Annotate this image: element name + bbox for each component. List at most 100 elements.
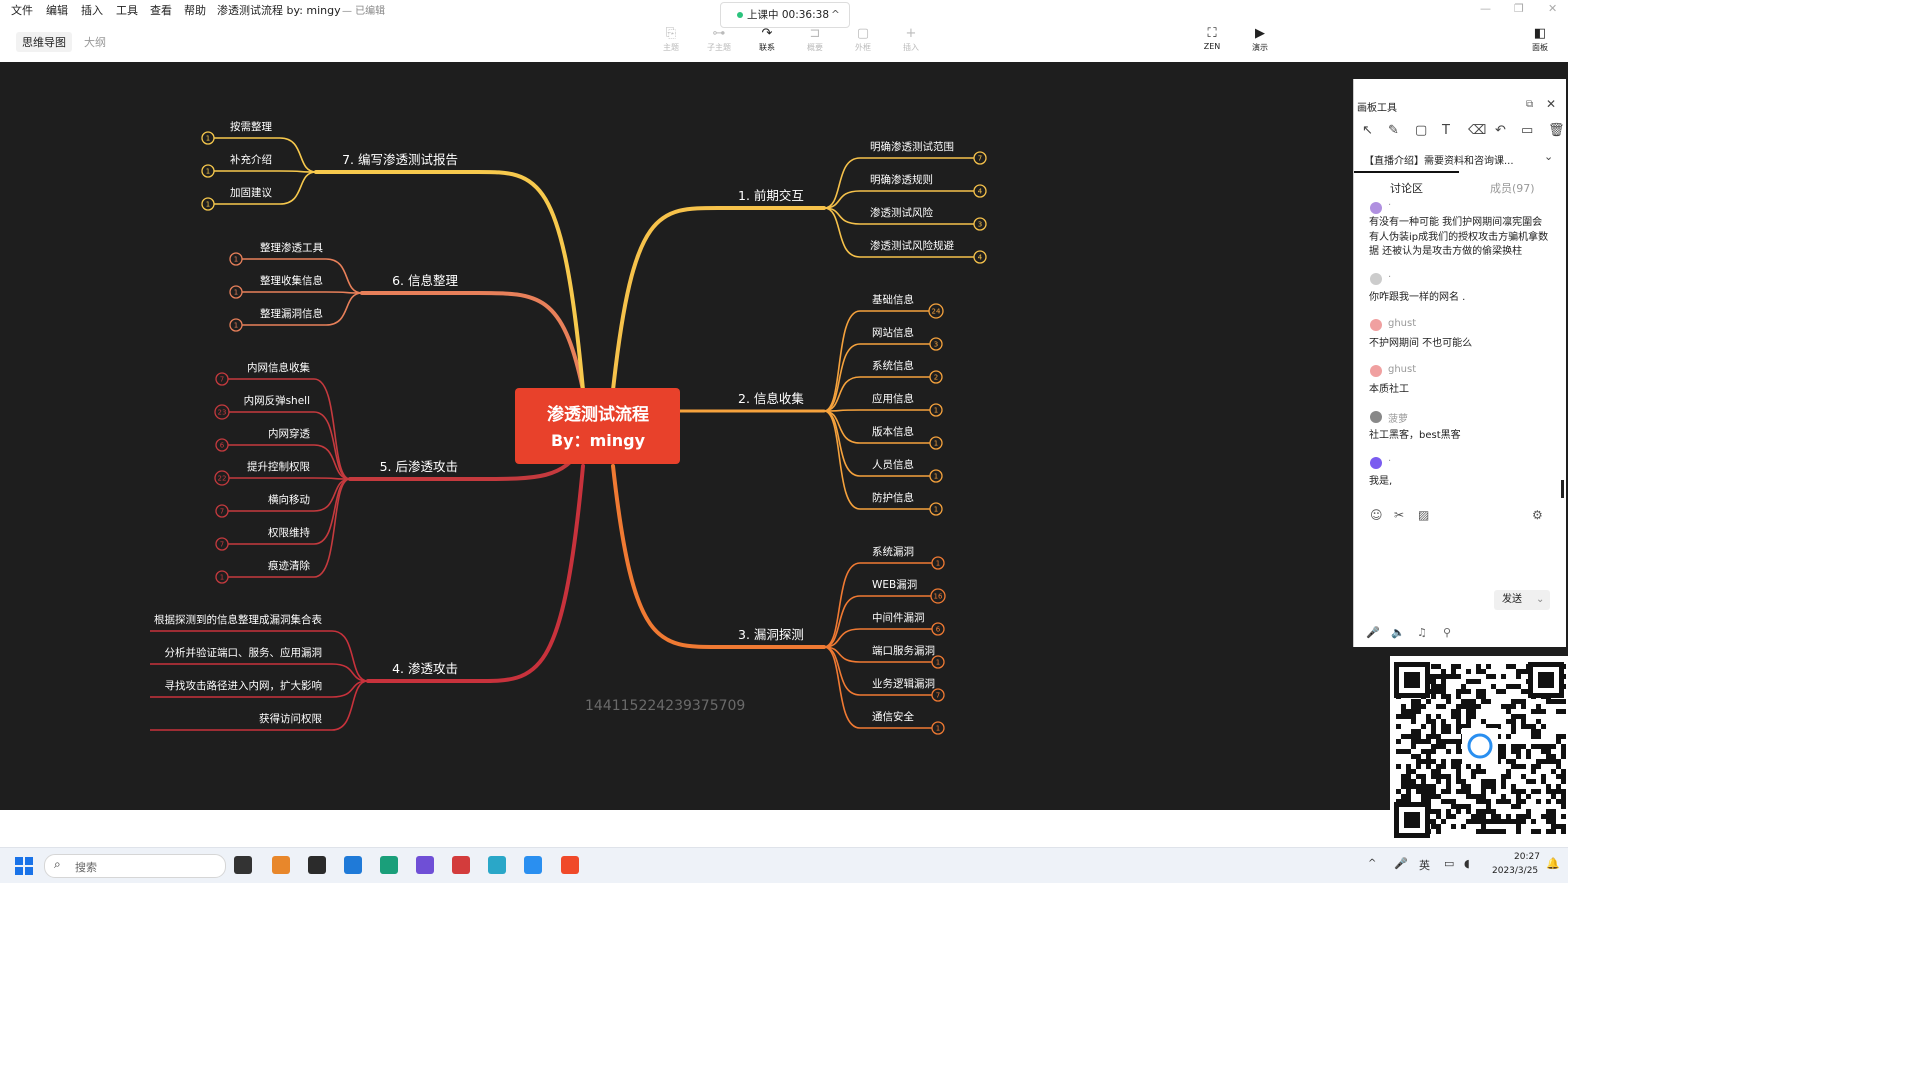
scissors-icon[interactable]: ✂	[1394, 508, 1404, 522]
windows-start-icon[interactable]	[15, 857, 33, 875]
subtopic-label[interactable]: 内网反弹shell	[244, 394, 310, 407]
collapse-count-badge[interactable]: 4	[973, 184, 987, 198]
music-icon[interactable]: ♫	[1417, 626, 1427, 639]
collapse-count-badge[interactable]: 22	[214, 470, 230, 486]
ime-indicator[interactable]: 英	[1419, 857, 1430, 873]
location-icon[interactable]: ⚲	[1443, 626, 1451, 639]
panel-scrollbar[interactable]	[1561, 480, 1564, 498]
tool-topic[interactable]: ⎘ 主题	[651, 26, 691, 53]
pointer-icon[interactable]: ↖	[1362, 123, 1373, 138]
tab-discussion[interactable]: 讨论区	[1390, 180, 1423, 196]
menu-tools[interactable]: 工具	[116, 2, 138, 18]
emoji-icon[interactable]: ☺	[1370, 508, 1383, 522]
eraser-icon[interactable]: ⌫	[1468, 123, 1486, 138]
subtopic-label[interactable]: 整理渗透工具	[260, 241, 323, 254]
collapse-count-badge[interactable]: 1	[931, 721, 945, 735]
zen-button[interactable]: ⛶ ZEN	[1192, 26, 1232, 51]
subtopic-label[interactable]: 痕迹清除	[268, 559, 310, 572]
branch-4[interactable]: 4. 渗透攻击 根据探测到的信息整理成漏洞集合表分析并验证端口、服务、应用漏洞寻找…	[154, 613, 458, 725]
subtopic-label[interactable]: 根据探测到的信息整理成漏洞集合表	[154, 613, 322, 626]
subtopic-label[interactable]: 提升控制权限	[247, 460, 310, 473]
collapse-count-badge[interactable]: 1	[215, 570, 229, 584]
tool-boundary[interactable]: ▢ 外框	[843, 26, 883, 53]
menu-insert[interactable]: 插入	[81, 2, 103, 18]
subtopic-label[interactable]: 寻找攻击路径进入内网，扩大影响	[165, 679, 323, 692]
subtopic-label[interactable]: 业务逻辑漏洞	[872, 677, 935, 690]
collapse-count-badge[interactable]: 1	[931, 655, 945, 669]
microphone-icon[interactable]: 🎤	[1366, 626, 1380, 639]
subtopic-label[interactable]: 系统信息	[872, 359, 914, 372]
branch-2[interactable]: 2. 信息收集 基础信息 24 网站信息 3 系统信息 2 应用信息 1 版本信息 1 人员信息 1 防护…	[738, 293, 944, 516]
collapse-count-badge[interactable]: 16	[930, 588, 946, 604]
collapse-count-badge[interactable]: 1	[929, 502, 943, 516]
subtopic-label[interactable]: 明确渗透测试范围	[870, 140, 954, 153]
restore-icon[interactable]: ❐	[1514, 2, 1524, 15]
vscode-icon[interactable]	[344, 856, 362, 874]
image-icon[interactable]: ▨	[1418, 508, 1429, 522]
mindmap-canvas[interactable]: 1. 前期交互 明确渗透测试范围 7 明确渗透规则 4 渗透测试风险 3 渗透测试风险规避 4 2…	[0, 62, 1568, 816]
monitor-icon[interactable]: ▭	[1444, 857, 1454, 870]
panel-button[interactable]: ◧ 面板	[1520, 26, 1560, 53]
collapse-count-badge[interactable]: 1	[929, 403, 943, 417]
subtopic-label[interactable]: 版本信息	[872, 425, 914, 438]
chevron-down-icon[interactable]: ⌄	[1536, 590, 1544, 610]
branch-6[interactable]: 6. 信息整理 整理渗透工具 1 整理收集信息 1 整理漏洞信息 1	[229, 241, 458, 332]
pen-icon[interactable]: ✎	[1388, 123, 1399, 138]
collapse-count-badge[interactable]: 1	[229, 252, 243, 266]
screen-icon[interactable]: ▭	[1521, 123, 1533, 138]
xmind-icon[interactable]	[561, 856, 579, 874]
subtopic-label[interactable]: WEB漏洞	[872, 579, 917, 591]
chevron-down-icon[interactable]: ⌄	[1544, 150, 1553, 163]
tab-mindmap[interactable]: 思维导图	[16, 32, 72, 52]
central-topic[interactable]: 渗透测试流程 By：mingy	[515, 388, 680, 464]
taskbar-search[interactable]: ⌕ 搜索	[44, 854, 226, 878]
tool-insert[interactable]: + 插入	[891, 26, 931, 53]
subtopic-label[interactable]: 补充介绍	[230, 153, 272, 166]
send-button[interactable]: 发送 ⌄	[1494, 590, 1550, 610]
collapse-count-badge[interactable]: 1	[929, 436, 943, 450]
close-icon[interactable]: ✕	[1548, 2, 1557, 15]
minimize-icon[interactable]: —	[1480, 2, 1491, 15]
collapse-count-badge[interactable]: 7	[215, 504, 229, 518]
collapse-count-badge[interactable]: 1	[201, 197, 215, 211]
subtopic-label[interactable]: 应用信息	[872, 392, 914, 405]
subtopic-label[interactable]: 整理漏洞信息	[260, 307, 323, 320]
subtopic-label[interactable]: 端口服务漏洞	[872, 644, 935, 657]
collapse-count-badge[interactable]: 6	[931, 622, 945, 636]
live-class-status[interactable]: 上课中 00:36:38 ^	[720, 2, 850, 28]
collapse-count-badge[interactable]: 7	[973, 151, 987, 165]
subtopic-label[interactable]: 渗透测试风险	[870, 206, 933, 219]
menu-view[interactable]: 查看	[150, 2, 172, 18]
collapse-count-badge[interactable]: 1	[201, 164, 215, 178]
subtopic-label[interactable]: 分析并验证端口、服务、应用漏洞	[165, 646, 323, 659]
menu-file[interactable]: 文件	[11, 2, 33, 18]
present-button[interactable]: ▶ 演示	[1240, 26, 1280, 53]
undo-icon[interactable]: ↶	[1495, 123, 1506, 138]
text-icon[interactable]: T	[1442, 123, 1450, 138]
rectangle-icon[interactable]: ▢	[1415, 123, 1427, 138]
branch-title[interactable]: 3. 漏洞探测	[738, 627, 804, 642]
feishu-icon[interactable]	[524, 856, 542, 874]
subtopic-label[interactable]: 内网穿透	[268, 427, 310, 440]
settings-icon[interactable]: ⚙	[1532, 508, 1543, 522]
tab-members[interactable]: 成员(97)	[1490, 180, 1535, 196]
collapse-count-badge[interactable]: 7	[931, 688, 945, 702]
subtopic-label[interactable]: 获得访问权限	[259, 712, 322, 725]
volume-icon[interactable]: ◖	[1464, 857, 1470, 870]
davinci-icon[interactable]	[452, 856, 470, 874]
chevron-up-icon[interactable]: ^	[831, 3, 840, 27]
branch-7[interactable]: 7. 编写渗透测试报告 按需整理 1 补充介绍 1 加固建议 1	[201, 120, 458, 211]
tool-summary[interactable]: ⊐ 概要	[795, 26, 835, 53]
subtopic-label[interactable]: 内网信息收集	[247, 361, 310, 374]
subtopic-label[interactable]: 权限维持	[268, 526, 310, 539]
sublime-icon[interactable]	[272, 856, 290, 874]
collapse-count-badge[interactable]: 1	[201, 131, 215, 145]
collapse-count-badge[interactable]: 2	[929, 370, 943, 384]
subtopic-label[interactable]: 按需整理	[230, 120, 272, 133]
tab-outline[interactable]: 大纲	[78, 32, 112, 52]
branch-3[interactable]: 3. 漏洞探测系统漏洞1WEB漏洞16中间件漏洞6端口服务漏洞1业务逻辑漏洞7通…	[738, 545, 946, 735]
notification-icon[interactable]: 🔔	[1546, 857, 1560, 870]
collapse-count-badge[interactable]: 1	[929, 469, 943, 483]
subtopic-label[interactable]: 通信安全	[872, 710, 914, 723]
collapse-count-badge[interactable]: 1	[931, 556, 945, 570]
